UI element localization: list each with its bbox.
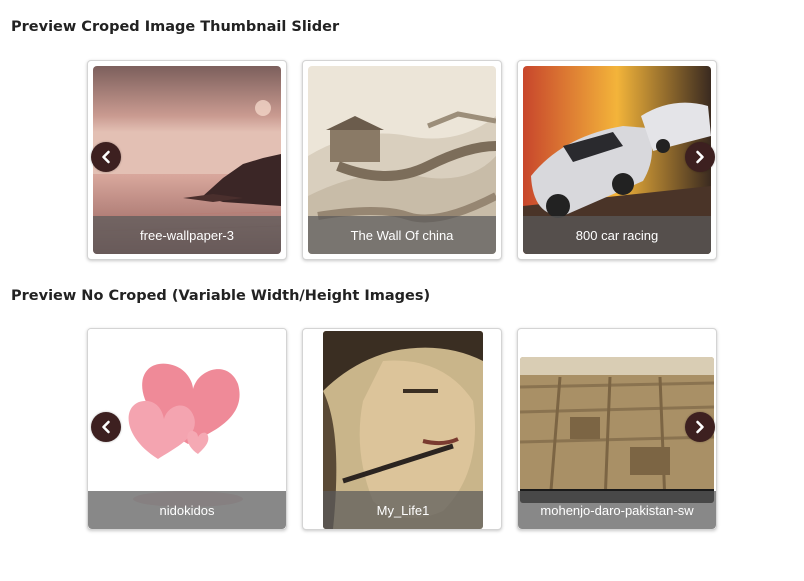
prev-button[interactable] [91,142,121,172]
slide-caption: The Wall Of china [308,216,496,254]
chevron-right-icon [696,420,704,434]
section-title-no-cropped: Preview No Croped (Variable Width/Height… [11,288,431,304]
slide-card[interactable]: The Wall Of china [302,60,502,260]
slide-caption: 800 car racing [523,216,711,254]
next-button[interactable] [685,142,715,172]
chevron-left-icon [102,420,110,434]
slide-card[interactable]: My_Life1 [302,328,502,530]
slide-caption: mohenjo-daro-pakistan-sw [518,491,716,529]
chevron-left-icon [102,150,110,164]
prev-button[interactable] [91,412,121,442]
slide-caption: free-wallpaper-3 [93,216,281,254]
slide-caption: nidokidos [88,491,286,529]
chevron-right-icon [696,150,704,164]
next-button[interactable] [685,412,715,442]
section-title-cropped: Preview Croped Image Thumbnail Slider [11,19,340,35]
slide-caption: My_Life1 [323,491,483,529]
